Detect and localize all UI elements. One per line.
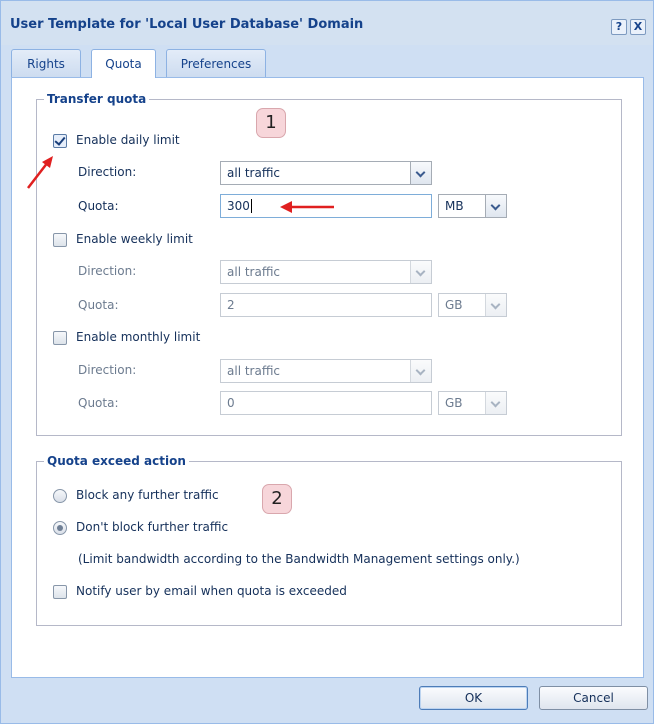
annotation-badge-2: 2: [262, 484, 292, 514]
monthly-unit-value: GB: [445, 396, 463, 410]
notify-email-label: Notify user by email when quota is excee…: [76, 584, 347, 598]
weekly-unit-value: GB: [445, 298, 463, 312]
monthly-direction-label: Direction:: [78, 363, 137, 377]
block-traffic-radio[interactable]: [53, 489, 67, 503]
dont-block-traffic-radio[interactable]: [53, 521, 67, 535]
monthly-direction-select[interactable]: all traffic: [220, 359, 432, 383]
annotation-badge-1: 1: [256, 108, 286, 138]
exceed-action-group: Quota exceed action: [36, 454, 622, 626]
weekly-limit-label: Enable weekly limit: [76, 232, 193, 246]
tab-panel-quota: Transfer quota 1 Enable daily limit Dire…: [11, 77, 644, 678]
daily-direction-value: all traffic: [227, 166, 281, 180]
daily-limit-checkbox[interactable]: [53, 134, 67, 148]
tab-preferences[interactable]: Preferences: [166, 49, 266, 77]
daily-limit-label: Enable daily limit: [76, 133, 180, 147]
annotation-arrow: [27, 156, 53, 189]
dropdown-arrow-icon[interactable]: [410, 360, 431, 382]
help-icon[interactable]: ?: [611, 19, 627, 35]
weekly-direction-value: all traffic: [227, 265, 281, 279]
weekly-quota-input[interactable]: 2: [220, 293, 432, 317]
tab-quota[interactable]: Quota: [91, 49, 156, 78]
daily-direction-label: Direction:: [78, 165, 137, 179]
weekly-quota-label: Quota:: [78, 298, 119, 312]
annotation-arrow: [280, 201, 334, 213]
transfer-quota-legend: Transfer quota: [47, 92, 147, 106]
title-bar[interactable]: User Template for 'Local User Database' …: [1, 1, 653, 45]
dialog-window: User Template for 'Local User Database' …: [0, 0, 654, 724]
weekly-limit-checkbox[interactable]: [53, 233, 67, 247]
monthly-quota-label: Quota:: [78, 396, 119, 410]
weekly-quota-value: 2: [227, 298, 235, 312]
dropdown-arrow-icon[interactable]: [485, 195, 506, 217]
daily-direction-select[interactable]: all traffic: [220, 161, 432, 185]
daily-unit-select[interactable]: MB: [438, 194, 507, 218]
monthly-unit-select[interactable]: GB: [438, 391, 507, 415]
block-traffic-label: Block any further traffic: [76, 488, 219, 502]
daily-quota-value: 300: [227, 199, 250, 213]
weekly-direction-label: Direction:: [78, 264, 137, 278]
cancel-button[interactable]: Cancel: [539, 686, 648, 710]
ok-button[interactable]: OK: [419, 686, 528, 710]
dropdown-arrow-icon[interactable]: [410, 162, 431, 184]
notify-email-checkbox[interactable]: [53, 585, 67, 599]
tab-rights[interactable]: Rights: [11, 49, 81, 77]
close-icon[interactable]: X: [630, 19, 646, 35]
monthly-direction-value: all traffic: [227, 364, 281, 378]
dropdown-arrow-icon[interactable]: [410, 261, 431, 283]
dropdown-arrow-icon[interactable]: [485, 392, 506, 414]
dont-block-traffic-label: Don't block further traffic: [76, 520, 229, 534]
window-title: User Template for 'Local User Database' …: [10, 17, 364, 32]
dropdown-arrow-icon[interactable]: [485, 294, 506, 316]
bandwidth-note: (Limit bandwidth according to the Bandwi…: [78, 552, 520, 566]
monthly-limit-checkbox[interactable]: [53, 331, 67, 345]
weekly-direction-select[interactable]: all traffic: [220, 260, 432, 284]
monthly-limit-label: Enable monthly limit: [76, 330, 201, 344]
daily-quota-label: Quota:: [78, 199, 119, 213]
monthly-quota-value: 0: [227, 396, 235, 410]
monthly-quota-input[interactable]: 0: [220, 391, 432, 415]
exceed-action-legend: Quota exceed action: [47, 454, 186, 468]
text-caret: [250, 199, 252, 213]
daily-unit-value: MB: [445, 199, 464, 213]
weekly-unit-select[interactable]: GB: [438, 293, 507, 317]
